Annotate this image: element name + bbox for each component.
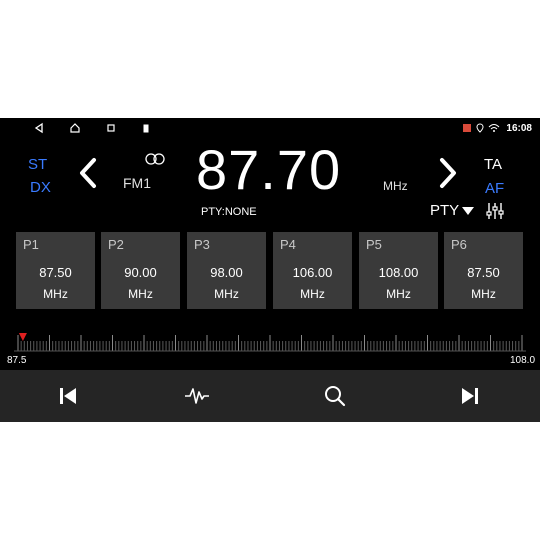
waveform-icon[interactable]	[184, 383, 210, 409]
skip-previous-icon[interactable]	[55, 383, 81, 409]
tuning-scale[interactable]	[14, 323, 526, 353]
home-icon[interactable]	[69, 122, 81, 134]
pty-dropdown-label: PTY	[430, 202, 460, 219]
wifi-icon	[489, 124, 500, 132]
pty-dropdown[interactable]: PTY	[430, 202, 475, 219]
preset-unit: MHz	[471, 287, 496, 301]
caret-down-icon	[462, 206, 475, 215]
preset-button[interactable]: P3 98.00 MHz	[187, 232, 266, 309]
preset-unit: MHz	[128, 287, 153, 301]
stereo-indicator[interactable]: ST	[28, 156, 47, 173]
pty-status: PTY:NONE	[201, 206, 257, 218]
clock-time: 16:08	[506, 122, 532, 134]
preset-unit: MHz	[43, 287, 68, 301]
control-bar	[0, 370, 540, 422]
preset-unit: MHz	[214, 287, 239, 301]
preset-button[interactable]: P5 108.00 MHz	[359, 232, 438, 309]
clipboard-icon[interactable]	[140, 122, 152, 134]
af-toggle[interactable]: AF	[485, 180, 504, 197]
preset-name: P2	[108, 237, 124, 252]
preset-frequency: 87.50	[39, 265, 72, 280]
scale-max-label: 108.0	[510, 355, 536, 366]
equalizer-icon[interactable]	[486, 202, 504, 220]
ta-toggle[interactable]: TA	[484, 156, 502, 173]
notification-icon	[463, 124, 472, 132]
preset-name: P1	[23, 237, 39, 252]
skip-next-icon[interactable]	[457, 383, 483, 409]
band-label[interactable]: FM1	[123, 175, 151, 191]
scale-min-label: 87.5	[7, 355, 27, 366]
preset-button[interactable]: P4 106.00 MHz	[273, 232, 352, 309]
preset-button[interactable]: P6 87.50 MHz	[444, 232, 523, 309]
status-indicators: 16:08	[462, 121, 532, 135]
preset-button[interactable]: P2 90.00 MHz	[101, 232, 180, 309]
preset-unit: MHz	[300, 287, 325, 301]
preset-frequency: 106.00	[292, 265, 333, 280]
search-icon[interactable]	[322, 383, 348, 409]
frequency-unit: MHz	[383, 179, 408, 193]
scale-ticks	[17, 335, 523, 351]
recents-icon[interactable]	[105, 122, 117, 134]
preset-unit: MHz	[386, 287, 411, 301]
preset-name: P3	[194, 237, 210, 252]
seek-down-icon[interactable]	[76, 154, 100, 192]
stereo-icon	[145, 153, 165, 165]
dx-local-toggle[interactable]: DX	[30, 179, 51, 196]
frequency-pointer[interactable]	[18, 333, 27, 341]
location-icon	[476, 123, 484, 133]
preset-name: P5	[366, 237, 382, 252]
preset-frequency: 98.00	[210, 265, 243, 280]
current-frequency: 87.70	[196, 138, 342, 201]
preset-frequency: 87.50	[467, 265, 500, 280]
preset-name: P6	[451, 237, 467, 252]
seek-up-icon[interactable]	[436, 154, 460, 192]
status-bar: 16:08	[0, 118, 540, 138]
preset-button[interactable]: P1 87.50 MHz	[16, 232, 95, 309]
preset-frequency: 90.00	[124, 265, 157, 280]
preset-name: P4	[280, 237, 296, 252]
preset-frequency: 108.00	[378, 265, 419, 280]
back-icon[interactable]	[33, 122, 45, 134]
radio-screen: 16:08 ST DX FM1 87.70 MHz PTY:NONE TA AF…	[0, 118, 540, 422]
